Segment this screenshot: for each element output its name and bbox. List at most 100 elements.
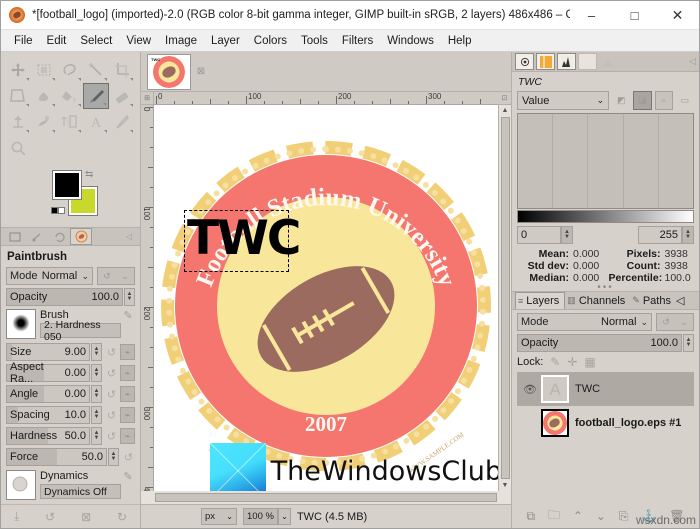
image-tab-football-logo[interactable]: TWC bbox=[147, 53, 191, 90]
default-colors-icon[interactable] bbox=[51, 207, 65, 214]
scroll-down-icon[interactable]: ▼ bbox=[502, 480, 509, 491]
canvas-vertical-scrollbar[interactable]: ▲ ▼ bbox=[498, 105, 511, 491]
move-tool[interactable] bbox=[5, 57, 31, 83]
aspect-ratio-dynamics-button[interactable]: ⌁ bbox=[120, 365, 135, 381]
angle-dynamics-button[interactable]: ⌁ bbox=[120, 386, 135, 402]
save-tool-preset-icon[interactable]: ⤓ bbox=[14, 509, 19, 524]
colormap-dialog-icon[interactable] bbox=[536, 53, 555, 70]
text-layer-selection[interactable]: TWC bbox=[184, 210, 301, 272]
logarithmic-view-icon[interactable]: ◪ bbox=[633, 91, 652, 110]
spacing-slider[interactable]: Spacing 10.0 bbox=[6, 406, 90, 424]
histogram-collapse-icon[interactable]: ◁ bbox=[689, 56, 696, 67]
histogram-range-low[interactable]: 0 bbox=[517, 226, 561, 244]
lock-pixels-icon[interactable]: ✎ bbox=[550, 355, 560, 369]
fuzzy-select-tool[interactable] bbox=[83, 57, 109, 83]
brush-thumbnail[interactable] bbox=[6, 309, 36, 339]
menu-tools[interactable]: Tools bbox=[294, 32, 335, 50]
minimize-button[interactable]: – bbox=[570, 1, 613, 30]
free-select-tool[interactable] bbox=[57, 57, 83, 83]
canvas-horizontal-scrollbar[interactable] bbox=[141, 491, 511, 504]
horizontal-ruler[interactable]: 0 100 200 300 bbox=[154, 92, 498, 105]
ink-tool[interactable] bbox=[109, 109, 135, 135]
layer-opacity-stepper[interactable]: ▲ ▼ bbox=[683, 334, 694, 352]
tool-options-collapse-icon[interactable]: ◁ bbox=[118, 228, 140, 245]
layer-row-football-logo[interactable]: football_logo.eps #1 bbox=[517, 406, 694, 440]
perspective-tool[interactable] bbox=[5, 83, 31, 109]
fit-icon[interactable]: ▭ bbox=[676, 91, 694, 110]
horizontal-scroll-thumb[interactable] bbox=[155, 493, 497, 502]
histogram-channel-dropdown[interactable]: Value ⌄ bbox=[517, 91, 610, 110]
lock-position-icon[interactable]: ✛ bbox=[567, 355, 577, 369]
image-canvas[interactable]: Football Stadium University 2007 WWW.SAM… bbox=[154, 105, 498, 491]
histogram-dialog-icon[interactable] bbox=[557, 53, 576, 70]
vertical-ruler[interactable]: 0 100 200 300 bbox=[141, 105, 154, 491]
hardness-slider[interactable]: Hardness 50.0 bbox=[6, 427, 90, 445]
paintbrush-tool[interactable] bbox=[83, 83, 109, 109]
size-stepper[interactable]: ▲ ▼ bbox=[91, 343, 102, 361]
swap-colors-icon[interactable]: ⇆ bbox=[85, 169, 93, 180]
menu-windows[interactable]: Windows bbox=[380, 32, 441, 50]
menu-view[interactable]: View bbox=[119, 32, 158, 50]
reset-hardness-icon[interactable]: ↺ bbox=[105, 430, 118, 443]
layers-collapse-icon[interactable]: ◁ bbox=[676, 294, 684, 307]
force-slider[interactable]: Force 50.0 bbox=[6, 448, 107, 466]
tab-paths[interactable]: ✎ Paths bbox=[630, 292, 676, 309]
menu-select[interactable]: Select bbox=[73, 32, 119, 50]
restore-tool-preset-icon[interactable]: ↺ bbox=[45, 510, 55, 524]
hardness-dynamics-button[interactable]: ⌁ bbox=[120, 428, 135, 444]
reset-aspect-ratio-icon[interactable]: ↺ bbox=[105, 367, 118, 380]
layer-mode-dropdown[interactable]: Mode Normal ⌄ bbox=[517, 313, 652, 331]
tab-layers[interactable]: ≡ Layers bbox=[515, 292, 566, 309]
range-low-stepper[interactable]: ▲ ▼ bbox=[561, 226, 573, 244]
aspect-ratio-stepper[interactable]: ▲ ▼ bbox=[91, 364, 102, 382]
angle-slider[interactable]: Angle 0.00 bbox=[6, 385, 90, 403]
dynamics-thumbnail[interactable] bbox=[6, 470, 36, 500]
zoom-dropdown-button[interactable]: ⌄ bbox=[277, 508, 291, 525]
dock-resize-handle[interactable]: ••• bbox=[517, 283, 694, 293]
histogram-range-high[interactable]: 255 bbox=[638, 226, 682, 244]
tab-channels[interactable]: ▥ Channels bbox=[565, 292, 630, 309]
paint-mode-dropdown[interactable]: Mode Normal ⌄ bbox=[6, 267, 93, 285]
menu-edit[interactable]: Edit bbox=[40, 32, 74, 50]
tool-options-tab-icon[interactable] bbox=[4, 228, 26, 245]
eraser-tool[interactable] bbox=[109, 83, 135, 109]
layer-visibility-icon[interactable]: 👁 bbox=[519, 383, 541, 396]
paint-mode-extra-button[interactable]: ↺ ⌄ bbox=[97, 267, 135, 285]
rectangle-select-tool[interactable] bbox=[31, 57, 57, 83]
duplicate-layer-icon[interactable]: ⎘ bbox=[619, 509, 629, 524]
new-group-icon[interactable]: 🗀 bbox=[548, 506, 560, 527]
spacing-stepper[interactable]: ▲ ▼ bbox=[91, 406, 102, 424]
edit-brush-icon[interactable]: ✎ bbox=[121, 309, 135, 322]
clone-tool[interactable] bbox=[31, 109, 57, 135]
pointer-dialog-icon[interactable] bbox=[515, 53, 534, 70]
linear-view-icon[interactable]: ◩ bbox=[612, 91, 630, 110]
menu-help[interactable]: Help bbox=[441, 32, 479, 50]
size-slider[interactable]: Size 9.00 bbox=[6, 343, 90, 361]
histogram-graph[interactable] bbox=[517, 113, 694, 209]
brush-name[interactable]: 2. Hardness 050 bbox=[40, 319, 121, 343]
dynamics-value[interactable]: Dynamics Off bbox=[40, 484, 121, 499]
hardness-stepper[interactable]: ▲ ▼ bbox=[91, 427, 102, 445]
aspect-ratio-slider[interactable]: Aspect Ra... 0.00 bbox=[6, 361, 90, 385]
ruler-corner-button[interactable]: ⊞ bbox=[141, 92, 154, 105]
layer-mode-extra-button[interactable]: ↺ ⌄ bbox=[656, 313, 694, 331]
reset-spacing-icon[interactable]: ↺ bbox=[105, 409, 118, 422]
image-tab-close-icon[interactable]: ⊠ bbox=[191, 66, 211, 77]
scroll-up-icon[interactable]: ▲ bbox=[502, 105, 509, 116]
opacity-slider[interactable]: Opacity 100.0 bbox=[6, 288, 123, 306]
device-status-tab-icon[interactable] bbox=[26, 228, 48, 245]
images-tab-icon[interactable] bbox=[70, 228, 92, 245]
angle-stepper[interactable]: ▲ ▼ bbox=[91, 385, 102, 403]
crop-tool[interactable] bbox=[109, 57, 135, 83]
layer-row-twc[interactable]: 👁 A TWC bbox=[517, 372, 694, 406]
document-dialog-icon[interactable] bbox=[578, 53, 597, 70]
size-dynamics-button[interactable]: ⌁ bbox=[120, 344, 135, 360]
reset-angle-icon[interactable]: ↺ bbox=[105, 388, 118, 401]
zoom-level-field[interactable]: 100 % bbox=[243, 508, 278, 525]
reset-tool-options-icon[interactable]: ↻ bbox=[117, 510, 127, 524]
zoom-out-icon[interactable]: ⌕ bbox=[654, 91, 673, 110]
smudge-tool[interactable] bbox=[31, 83, 57, 109]
opacity-stepper[interactable]: ▲ ▼ bbox=[124, 288, 135, 306]
force-stepper[interactable]: ▲ ▼ bbox=[108, 448, 119, 466]
edit-dynamics-icon[interactable]: ✎ bbox=[121, 470, 135, 483]
